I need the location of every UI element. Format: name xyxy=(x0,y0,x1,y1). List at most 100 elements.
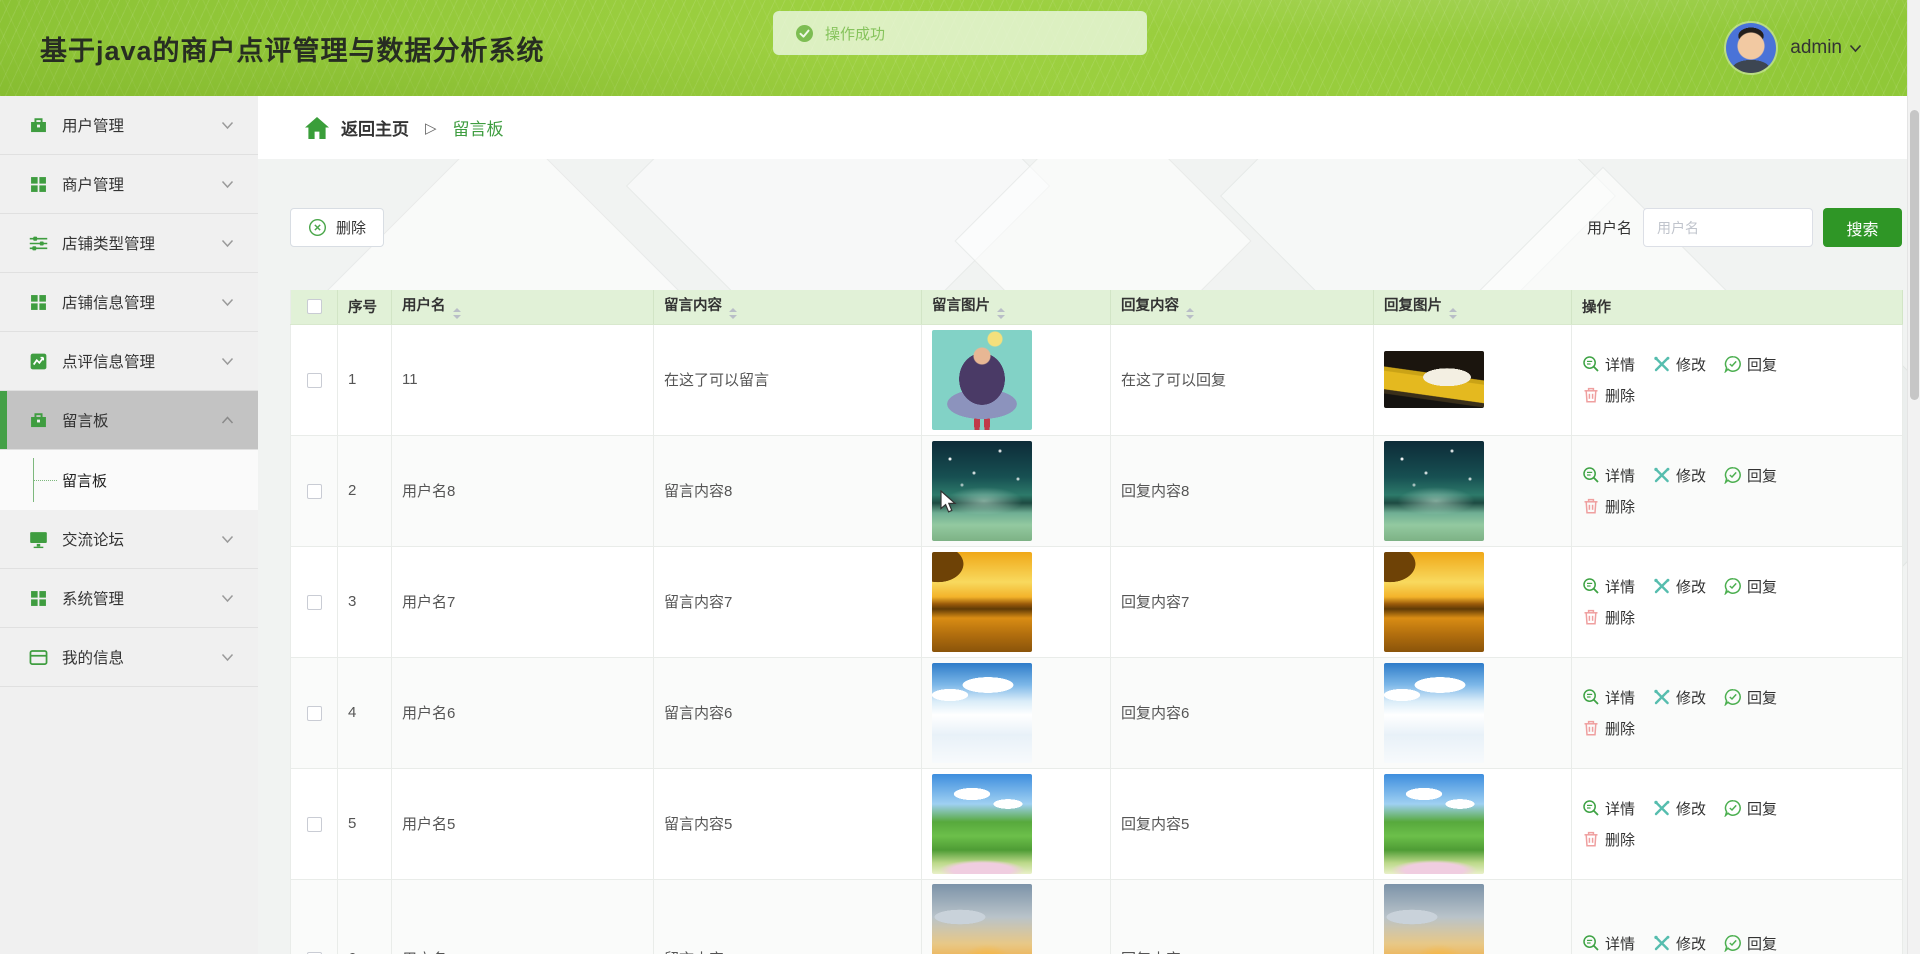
card-icon xyxy=(28,647,49,668)
reply-link[interactable]: 回复 xyxy=(1724,354,1777,375)
column-header-message[interactable]: 留言内容 xyxy=(653,290,922,325)
message-image[interactable] xyxy=(932,440,1032,541)
message-image-cell xyxy=(921,657,1111,769)
sidebar-item-label: 商户管理 xyxy=(62,177,125,194)
sidebar-item-label: 店铺信息管理 xyxy=(62,295,156,312)
sort-carets-icon[interactable] xyxy=(1186,308,1194,320)
detail-link[interactable]: 详情 xyxy=(1582,933,1635,954)
sidebar-item-my-info[interactable]: 我的信息 xyxy=(0,628,258,687)
sidebar-item-system-management[interactable]: 系统管理 xyxy=(0,569,258,628)
message-image[interactable] xyxy=(932,329,1032,430)
reply-image-cell xyxy=(1373,768,1572,880)
reply-image[interactable] xyxy=(1384,773,1484,874)
message-cell: 留言内容5 xyxy=(653,768,922,880)
edit-link[interactable]: 修改 xyxy=(1653,465,1706,486)
reply-image[interactable] xyxy=(1384,351,1484,408)
sidebar-item-user-management[interactable]: 用户管理 xyxy=(0,96,258,155)
detail-link[interactable]: 详情 xyxy=(1582,687,1635,708)
select-all-checkbox[interactable] xyxy=(306,299,322,315)
detail-link[interactable]: 详情 xyxy=(1582,576,1635,597)
search-label: 用户名 xyxy=(1586,220,1632,237)
main-panel: 返回主页 ▷ 留言板 删除 用户名 用户名 搜索 序号 用户名 留言内容 留言图… xyxy=(258,96,1920,954)
reply-image[interactable] xyxy=(1384,440,1484,541)
edit-link[interactable]: 修改 xyxy=(1653,933,1706,954)
column-header-reply[interactable]: 回复内容 xyxy=(1110,290,1374,325)
reply-link[interactable]: 回复 xyxy=(1724,687,1777,708)
sort-carets-icon[interactable] xyxy=(452,308,461,320)
chevron-down-icon xyxy=(221,239,234,248)
checkbox-cell xyxy=(290,657,338,769)
sidebar-item-message-board[interactable]: 留言板 xyxy=(0,391,258,450)
reply-image[interactable] xyxy=(1384,883,1484,954)
table-row: 2 用户名8 留言内容8 回复内容8 详情 修改 回复 删除 xyxy=(290,435,1903,547)
message-image[interactable] xyxy=(932,551,1032,652)
breadcrumb-current: 留言板 xyxy=(452,120,504,139)
detail-link[interactable]: 详情 xyxy=(1582,354,1635,375)
sidebar-item-merchant-management[interactable]: 商户管理 xyxy=(0,155,258,214)
message-cell: 留言内容7 xyxy=(653,546,922,658)
row-checkbox[interactable] xyxy=(306,816,322,832)
user-menu[interactable]: admin xyxy=(1726,0,1862,96)
checkbox-cell xyxy=(290,879,338,954)
sidebar-subitem-message-board-list[interactable]: 留言板 xyxy=(0,450,258,510)
sidebar-item-shop-info-management[interactable]: 店铺信息管理 xyxy=(0,273,258,332)
sidebar-item-shop-type-management[interactable]: 店铺类型管理 xyxy=(0,214,258,273)
username-cell: 用户名8 xyxy=(391,435,654,547)
breadcrumb-home-link[interactable]: 返回主页 xyxy=(341,115,409,140)
operations-cell: 详情修改回复删除 xyxy=(1571,324,1903,436)
reply-image[interactable] xyxy=(1384,551,1484,652)
message-image[interactable] xyxy=(932,662,1032,763)
sidebar-item-review-info-management[interactable]: 点评信息管理 xyxy=(0,332,258,391)
edit-link[interactable]: 修改 xyxy=(1653,798,1706,819)
edit-link[interactable]: 修改 xyxy=(1653,576,1706,597)
column-header-reply_image[interactable]: 回复图片 xyxy=(1373,290,1572,325)
row-checkbox[interactable] xyxy=(306,594,322,610)
delete-link[interactable]: 删除 xyxy=(1582,829,1635,850)
sliders-icon xyxy=(28,233,49,254)
home-icon[interactable] xyxy=(305,116,329,139)
reply-link[interactable]: 回复 xyxy=(1724,576,1777,597)
message-cell: 留言内容4 xyxy=(653,879,922,954)
sort-carets-icon[interactable] xyxy=(729,308,737,320)
delete-link[interactable]: 删除 xyxy=(1582,607,1635,628)
column-header-username[interactable]: 用户名 xyxy=(391,290,654,325)
search-input[interactable] xyxy=(1643,208,1813,247)
delete-link[interactable]: 删除 xyxy=(1582,718,1635,739)
row-number: 4 xyxy=(337,657,392,769)
trash-icon xyxy=(1584,609,1598,625)
username-cell: 11 xyxy=(391,324,654,436)
message-image[interactable] xyxy=(932,883,1032,954)
detail-magnifier-icon xyxy=(1583,356,1599,372)
trash-icon xyxy=(1584,831,1598,847)
reply-check-bubble-icon xyxy=(1724,689,1741,706)
row-checkbox[interactable] xyxy=(306,705,322,721)
search-button[interactable]: 搜索 xyxy=(1823,208,1902,247)
delete-button[interactable]: 删除 xyxy=(290,208,385,247)
edit-link[interactable]: 修改 xyxy=(1653,354,1706,375)
reply-check-bubble-icon xyxy=(1724,467,1741,484)
sort-carets-icon[interactable] xyxy=(1449,308,1457,320)
delete-link[interactable]: 删除 xyxy=(1582,385,1635,406)
edit-link[interactable]: 修改 xyxy=(1653,687,1706,708)
message-image-cell xyxy=(921,768,1111,880)
reply-image[interactable] xyxy=(1384,662,1484,763)
vertical-scrollbar[interactable] xyxy=(1907,0,1920,954)
delete-link[interactable]: 删除 xyxy=(1582,496,1635,517)
scrollbar-thumb[interactable] xyxy=(1910,110,1919,400)
reply-link[interactable]: 回复 xyxy=(1724,798,1777,819)
operations-cell: 详情修改回复删除 xyxy=(1571,879,1903,954)
sort-carets-icon[interactable] xyxy=(997,308,1005,320)
message-image[interactable] xyxy=(932,773,1032,874)
avatar[interactable] xyxy=(1726,23,1777,73)
reply-link[interactable]: 回复 xyxy=(1724,465,1777,486)
column-header-message_image[interactable]: 留言图片 xyxy=(921,290,1111,325)
message-image-cell xyxy=(921,879,1111,954)
sidebar-item-forum[interactable]: 交流论坛 xyxy=(0,510,258,569)
edit-tools-icon xyxy=(1654,356,1670,372)
column-header-index: 序号 xyxy=(337,290,392,325)
reply-link[interactable]: 回复 xyxy=(1724,933,1777,954)
detail-link[interactable]: 详情 xyxy=(1582,465,1635,486)
row-checkbox[interactable] xyxy=(306,483,322,499)
row-checkbox[interactable] xyxy=(306,372,322,388)
detail-link[interactable]: 详情 xyxy=(1582,798,1635,819)
